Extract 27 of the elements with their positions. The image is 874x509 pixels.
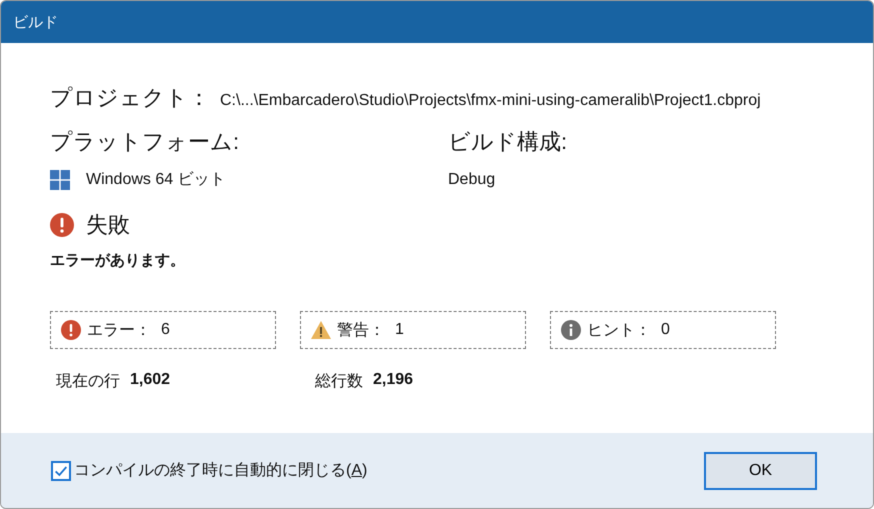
windows-logo-icon (50, 170, 70, 190)
project-label: プロジェクト： (50, 84, 210, 112)
counter-label: ヒント： (587, 320, 651, 340)
configuration-value: Debug (448, 170, 496, 190)
counter-value: 6 (161, 321, 170, 339)
warning-icon (311, 320, 331, 340)
line-label: 総行数 (315, 372, 363, 392)
line-value: 1,602 (130, 371, 170, 390)
line-label: 現在の行 (56, 372, 120, 392)
exclamation-icon (61, 320, 81, 340)
counter-label: 警告： (337, 320, 385, 340)
ok-button[interactable]: OK (704, 452, 817, 490)
platform-label: プラットフォーム: (50, 128, 240, 156)
platform-value: Windows 64 ビット (86, 170, 226, 190)
line-value: 2,196 (373, 371, 414, 390)
window-title: ビルド (13, 12, 58, 32)
counter-value: 0 (661, 321, 670, 339)
info-icon (561, 320, 581, 340)
configuration-label: ビルド構成: (448, 128, 568, 156)
checkbox[interactable] (51, 460, 71, 480)
project-path: C:\...\Embarcadero\Studio\Projects\fmx-mini-using-cameralib\Project1.cbproj (220, 92, 761, 110)
exclamation-icon (50, 213, 74, 237)
result-message: エラーがあります。 (50, 251, 186, 270)
checkbox-label: コンパイルの終了時に自動的に閉じる(A) (74, 460, 368, 481)
counter-label: エラー： (87, 320, 151, 340)
counter-value: 1 (395, 321, 404, 339)
result-title: 失敗 (86, 211, 130, 239)
